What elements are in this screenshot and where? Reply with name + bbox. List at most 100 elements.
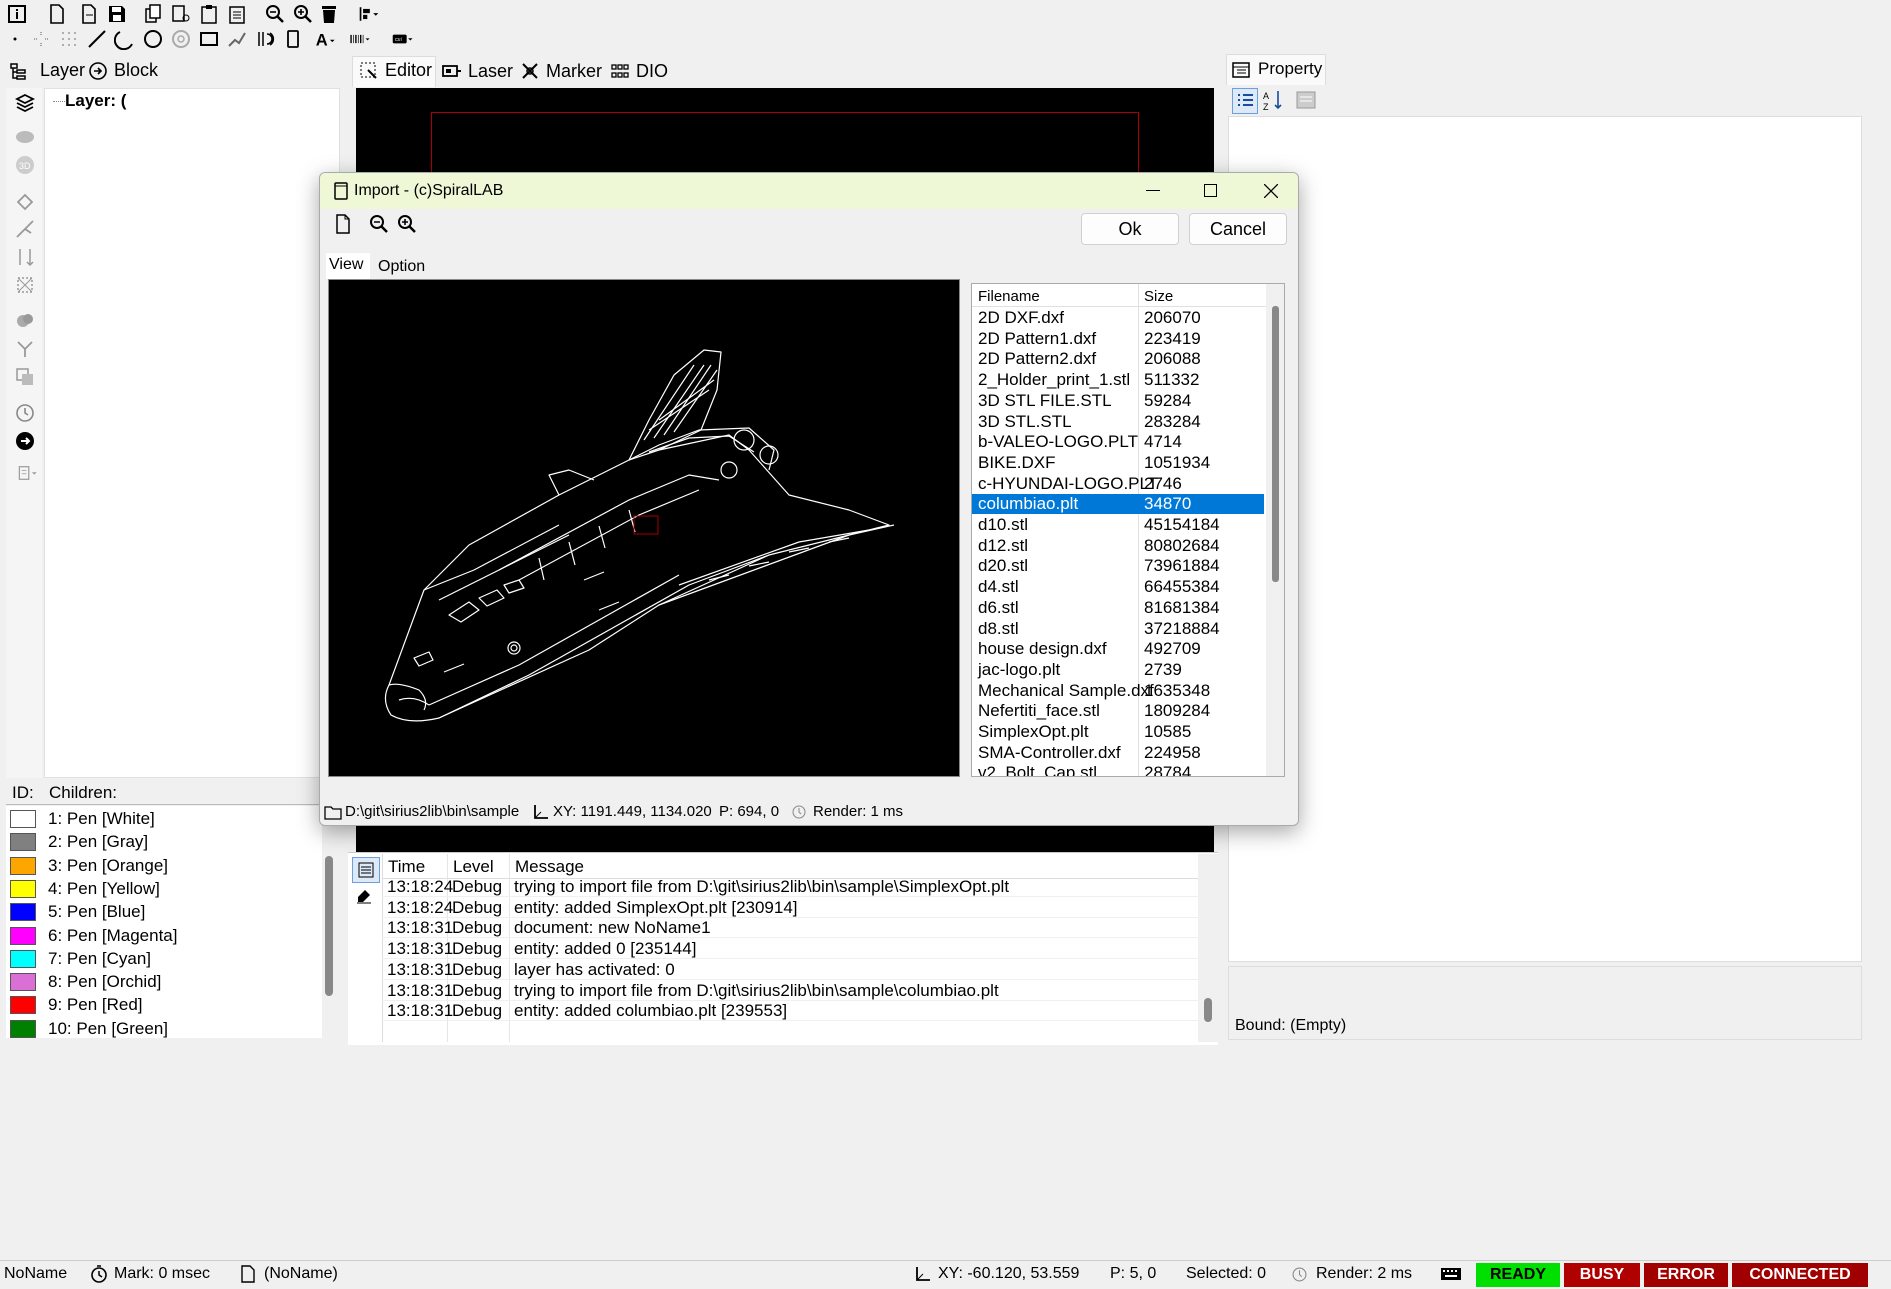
rectangle-icon[interactable] — [196, 26, 222, 52]
align-dropdown-icon[interactable] — [354, 1, 384, 27]
pen-list-scrollbar[interactable] — [322, 806, 336, 1038]
preview-canvas[interactable] — [328, 279, 960, 777]
paste-icon[interactable] — [196, 1, 222, 27]
ctrl-dropdown-icon[interactable]: Ctrl — [386, 26, 420, 52]
pen-item[interactable]: 8: Pen [Orchid] — [10, 969, 161, 995]
maximize-button[interactable] — [1186, 173, 1236, 209]
eraser-icon[interactable] — [354, 885, 378, 909]
minimize-button[interactable] — [1128, 173, 1178, 209]
3d-icon[interactable]: 3D — [12, 152, 38, 178]
open-document-icon[interactable] — [76, 1, 102, 27]
tab-layer[interactable]: Layer — [6, 58, 86, 84]
file-list-scroll-thumb[interactable] — [1272, 306, 1279, 582]
dialog-open-file-icon[interactable] — [332, 213, 356, 237]
pen-item[interactable]: 10: Pen [Green] — [10, 1016, 168, 1038]
file-list-item[interactable]: Nefertiti_face.stl 1809284 — [972, 701, 1264, 721]
pen-item[interactable]: 2: Pen [Gray] — [10, 829, 148, 855]
file-list-item[interactable]: v2_Bolt_Cap.stl 28784 — [972, 763, 1264, 776]
circle-icon[interactable] — [140, 26, 166, 52]
file-list-item[interactable]: b-VALEO-LOGO.PLT 4714 — [972, 432, 1264, 452]
zoom-in-icon[interactable] — [290, 1, 316, 27]
file-list-item[interactable]: d6.stl 81681384 — [972, 598, 1264, 618]
group-icon[interactable] — [12, 308, 38, 334]
pen-item[interactable]: 6: Pen [Magenta] — [10, 923, 177, 949]
file-list-item[interactable]: 2D DXF.dxf 206070 — [972, 308, 1264, 328]
save-icon[interactable] — [104, 1, 130, 27]
tab-block[interactable]: Block — [86, 58, 176, 84]
file-list-item[interactable]: c-HYUNDAI-LOGO.PLT 2746 — [972, 474, 1264, 494]
alphabetical-sort-icon[interactable]: AZ — [1262, 88, 1288, 114]
log-col-message[interactable]: Message — [515, 857, 584, 877]
log-scroll-thumb[interactable] — [1204, 998, 1212, 1022]
shape-icon[interactable] — [12, 124, 38, 150]
spiral-icon[interactable] — [252, 26, 278, 52]
point-icon[interactable] — [2, 26, 28, 52]
cut-icon[interactable] — [168, 1, 194, 27]
history-icon[interactable] — [12, 400, 38, 426]
copy-icon[interactable] — [140, 1, 166, 27]
log-row[interactable]: 13:18:31 Debug layer has activated: 0 — [382, 959, 1198, 980]
arc-icon[interactable] — [112, 26, 138, 52]
property-grid[interactable] — [1228, 116, 1862, 962]
file-list-item[interactable]: jac-logo.plt 2739 — [972, 660, 1264, 680]
file-list-item[interactable]: 2_Holder_print_1.stl 511332 — [972, 370, 1264, 390]
tab-editor[interactable]: Editor — [352, 56, 436, 87]
pen-item[interactable]: 7: Pen [Cyan] — [10, 946, 151, 972]
categorized-icon[interactable] — [1232, 88, 1258, 114]
log-row[interactable]: 13:18:24 Debug entity: added SimplexOpt.pl… — [382, 897, 1198, 918]
trepan-icon[interactable] — [168, 26, 194, 52]
layer-tree[interactable]: Layer: ( — [44, 88, 340, 778]
file-list-item[interactable]: house design.dxf 492709 — [972, 639, 1264, 659]
tab-laser[interactable]: Laser — [438, 56, 518, 86]
polyline-icon[interactable] — [224, 26, 250, 52]
fill-icon[interactable] — [12, 188, 38, 214]
log-row[interactable]: 13:18:31 Debug trying to import file from … — [382, 980, 1198, 1001]
file-list-item[interactable]: d8.stl 37218884 — [972, 619, 1264, 639]
property-pages-icon[interactable] — [1294, 88, 1320, 114]
text-dropdown-icon[interactable]: A — [310, 26, 342, 52]
tab-option[interactable]: Option — [374, 255, 430, 279]
info-icon[interactable] — [4, 1, 30, 27]
clipboard-icon[interactable] — [224, 1, 250, 27]
col-filename[interactable]: Filename — [978, 288, 1040, 305]
new-document-icon[interactable] — [44, 1, 70, 27]
points-icon[interactable] — [28, 26, 54, 52]
barcode-dropdown-icon[interactable] — [342, 26, 378, 52]
col-size[interactable]: Size — [1144, 288, 1173, 305]
bounding-box-icon[interactable] — [12, 272, 38, 298]
mobile-icon[interactable] — [280, 26, 306, 52]
file-list-item[interactable]: 3D STL.STL 283284 — [972, 412, 1264, 432]
ok-button[interactable]: Ok — [1081, 213, 1179, 245]
log-col-time[interactable]: Time — [388, 857, 425, 877]
dialog-zoom-out-icon[interactable] — [368, 213, 392, 237]
pen-list-scroll-thumb[interactable] — [325, 856, 333, 996]
split-icon[interactable] — [12, 336, 38, 362]
file-list-item[interactable]: d20.stl 73961884 — [972, 556, 1264, 576]
pen-item[interactable]: 9: Pen [Red] — [10, 992, 143, 1018]
log-row[interactable]: 13:18:31 Debug entity: added columbiao.plt… — [382, 1000, 1198, 1022]
file-list-item[interactable]: 2D Pattern2.dxf 206088 — [972, 349, 1264, 369]
file-list-item[interactable]: BIKE.DXF 1051934 — [972, 453, 1264, 473]
log-row[interactable]: 13:18:24 Debug trying to import file from … — [382, 876, 1198, 897]
file-list-item[interactable]: 3D STL FILE.STL 59284 — [972, 391, 1264, 411]
copy-layer-icon[interactable] — [12, 364, 38, 390]
delete-icon[interactable] — [316, 1, 342, 27]
file-list-scrollbar[interactable] — [1266, 284, 1284, 776]
file-list-item[interactable]: 2D Pattern1.dxf 223419 — [972, 329, 1264, 349]
property-tab[interactable]: Property — [1226, 54, 1326, 85]
file-list-item[interactable]: columbiao.plt 34870 — [972, 494, 1264, 515]
line-icon[interactable] — [84, 26, 110, 52]
sort-icon[interactable] — [12, 244, 38, 270]
file-list-item[interactable]: d10.stl 45154184 — [972, 515, 1264, 535]
tab-dio[interactable]: DIO — [608, 56, 678, 86]
raster-icon[interactable] — [56, 26, 82, 52]
pen-item[interactable]: 4: Pen [Yellow] — [10, 876, 160, 902]
path-icon[interactable] — [12, 216, 38, 242]
dialog-title-bar[interactable]: Import - (c)SpiralLAB — [320, 173, 1298, 209]
log-col-level[interactable]: Level — [453, 857, 494, 877]
log-row[interactable]: 13:18:31 Debug document: new NoName1 — [382, 917, 1198, 939]
pen-item[interactable]: 3: Pen [Orange] — [10, 853, 168, 879]
tab-marker[interactable]: Marker — [516, 56, 606, 86]
dialog-zoom-in-icon[interactable] — [396, 213, 420, 237]
close-button[interactable] — [1244, 173, 1298, 209]
